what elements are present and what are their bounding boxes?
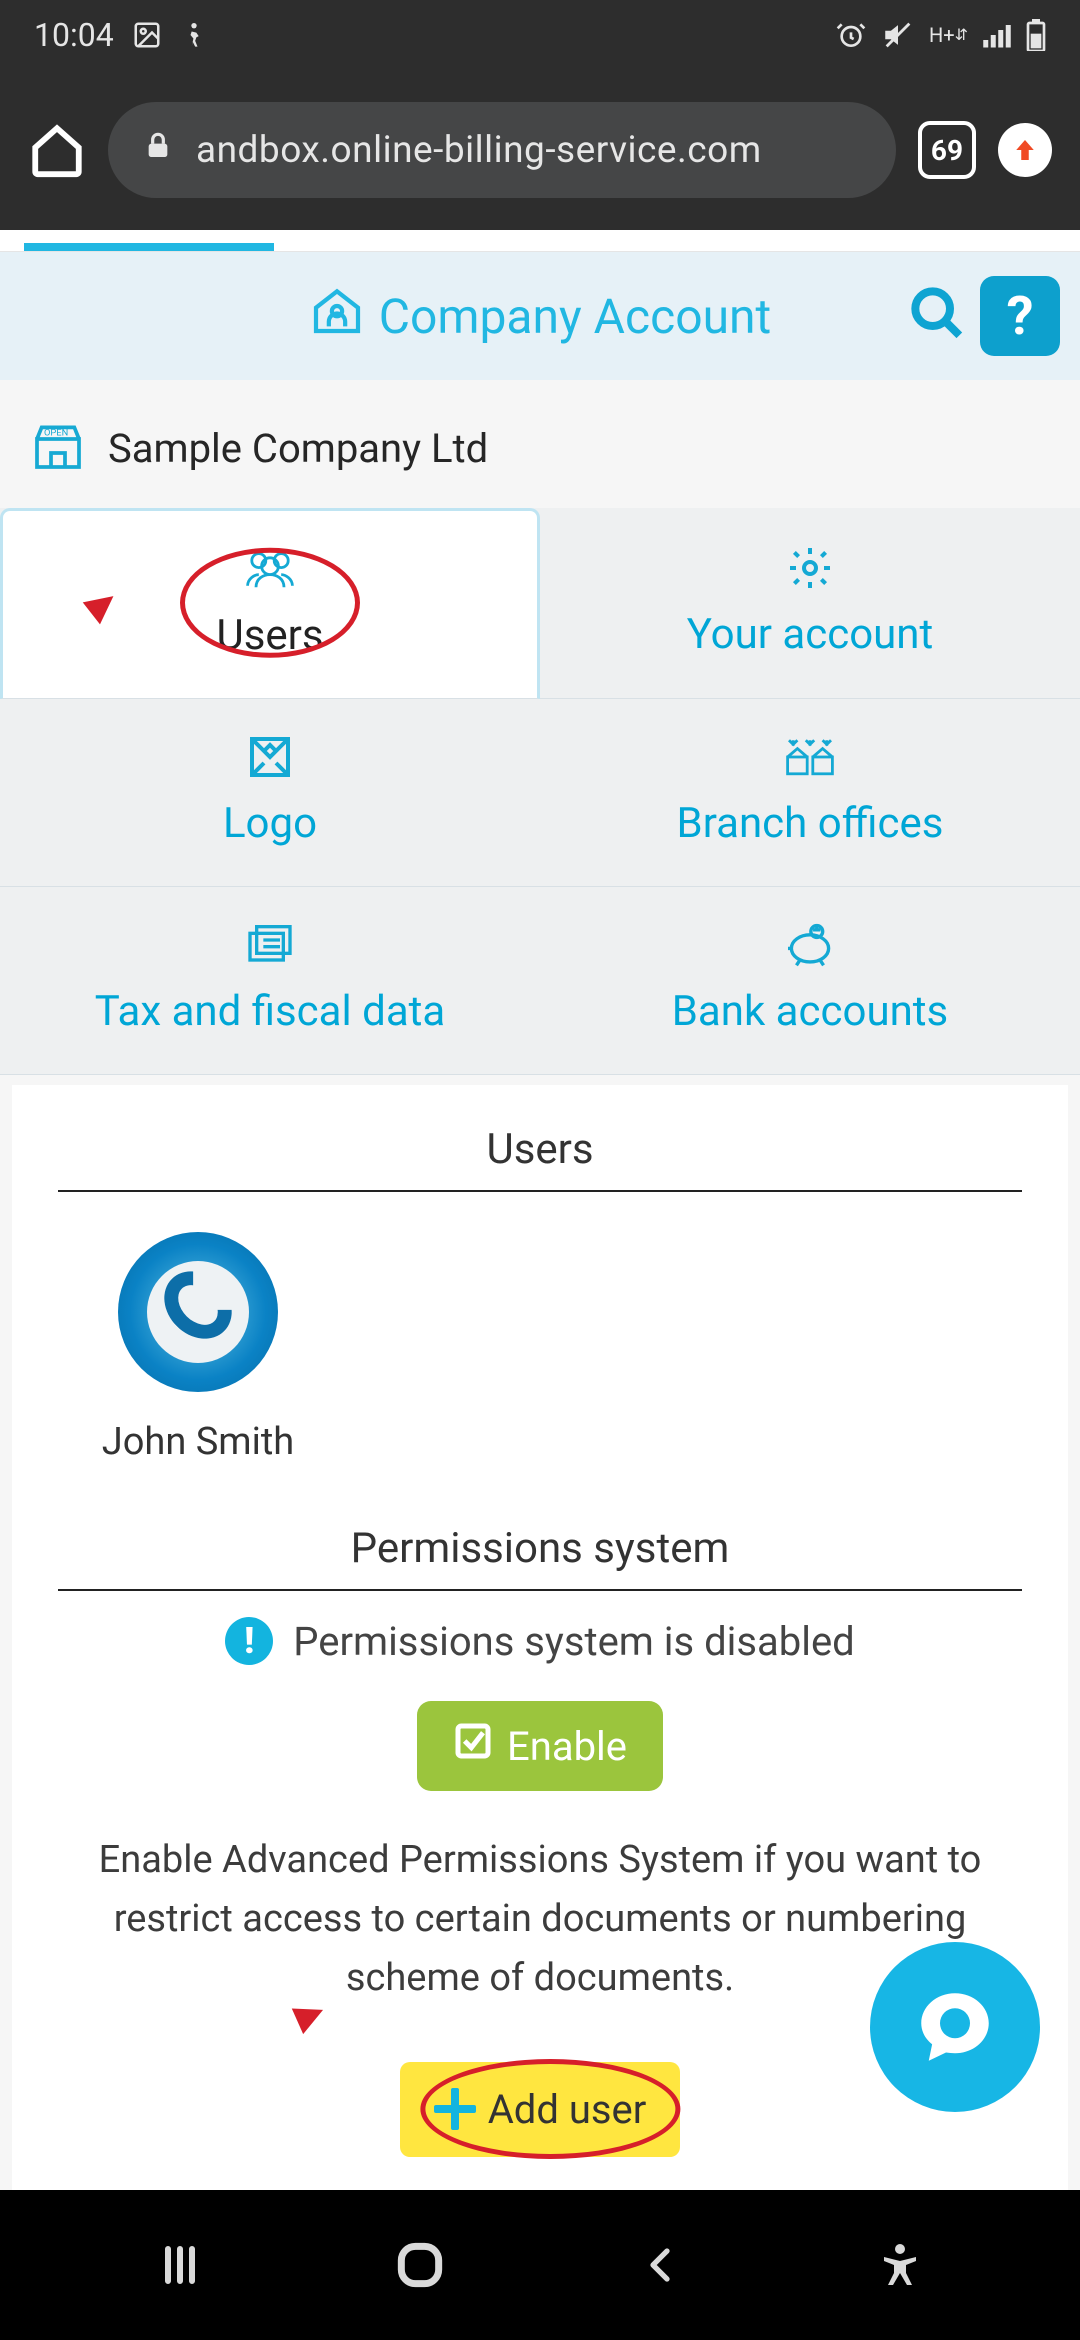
company-house-icon xyxy=(309,282,365,350)
browser-home-button[interactable] xyxy=(28,121,86,179)
info-icon: ! xyxy=(225,1617,273,1665)
signal-icon xyxy=(982,22,1012,48)
branches-icon xyxy=(782,733,838,781)
settings-tabs: Users Your account Logo Branch offices xyxy=(0,508,1080,1075)
chat-fab-button[interactable] xyxy=(870,1942,1040,2112)
tab-switcher-button[interactable]: 69 xyxy=(918,121,976,179)
tab-label: Logo xyxy=(223,799,317,848)
address-bar[interactable]: andbox.online-billing-service.com xyxy=(108,102,896,198)
status-clock: 10:04 xyxy=(34,16,114,54)
nav-home-button[interactable] xyxy=(385,2230,455,2300)
enable-label: Enable xyxy=(507,1723,627,1770)
check-icon xyxy=(453,1721,493,1771)
network-hplus-icon: H+⇵ xyxy=(929,25,968,45)
svg-text:OPEN: OPEN xyxy=(44,428,68,439)
tax-icon xyxy=(245,921,295,969)
walk-icon xyxy=(180,20,208,50)
tab-tax-fiscal[interactable]: Tax and fiscal data xyxy=(0,887,540,1075)
permissions-status-text: Permissions system is disabled xyxy=(293,1618,854,1665)
tab-bank-accounts[interactable]: Bank accounts xyxy=(540,887,1080,1075)
tab-label: Branch offices xyxy=(677,799,944,848)
permissions-heading: Permissions system xyxy=(58,1524,1022,1591)
alarm-icon xyxy=(835,19,867,51)
logo-icon xyxy=(246,733,294,781)
update-indicator-button[interactable] xyxy=(998,123,1052,177)
gear-icon xyxy=(786,544,834,592)
permissions-description: Enable Advanced Permissions System if yo… xyxy=(58,1831,1022,2008)
nav-back-button[interactable] xyxy=(625,2230,695,2300)
page-header: Company Account ? xyxy=(0,252,1080,380)
tab-branch-offices[interactable]: Branch offices xyxy=(540,699,1080,887)
android-nav-bar xyxy=(0,2190,1080,2340)
page-title: Company Account xyxy=(379,288,772,345)
plus-icon xyxy=(434,2088,476,2130)
avatar xyxy=(118,1232,278,1392)
permissions-status: ! Permissions system is disabled xyxy=(58,1617,1022,1665)
browser-toolbar: andbox.online-billing-service.com 69 xyxy=(0,70,1080,230)
tab-label: Bank accounts xyxy=(672,987,948,1036)
nav-recents-button[interactable] xyxy=(145,2230,215,2300)
bank-icon xyxy=(786,921,834,969)
tab-count: 69 xyxy=(931,134,963,167)
nav-accessibility-button[interactable] xyxy=(865,2230,935,2300)
user-name: John Smith xyxy=(102,1420,294,1464)
battery-icon xyxy=(1026,19,1046,51)
tab-label: Tax and fiscal data xyxy=(95,987,446,1036)
lock-icon xyxy=(142,127,174,173)
vibrate-mute-icon xyxy=(881,18,915,52)
url-text: andbox.online-billing-service.com xyxy=(196,129,762,172)
tab-label: Users xyxy=(216,611,323,660)
users-icon xyxy=(242,545,298,593)
sub-toolbar-strip xyxy=(0,230,1080,252)
add-user-button[interactable]: Add user xyxy=(420,2078,661,2141)
storefront-icon: OPEN xyxy=(30,418,86,478)
android-status-bar: 10:04 H+⇵ xyxy=(0,0,1080,70)
tab-users[interactable]: Users xyxy=(0,508,540,699)
help-label: ? xyxy=(1007,285,1034,348)
search-button[interactable] xyxy=(906,282,970,350)
help-button[interactable]: ? xyxy=(980,276,1060,356)
user-card[interactable]: John Smith xyxy=(88,1232,308,1464)
add-user-label: Add user xyxy=(488,2086,647,2133)
tab-your-account[interactable]: Your account xyxy=(540,508,1080,699)
tab-label: Your account xyxy=(687,610,934,659)
picture-icon xyxy=(132,20,162,50)
company-header: OPEN Sample Company Ltd xyxy=(0,380,1080,508)
enable-permissions-button[interactable]: Enable xyxy=(417,1701,663,1791)
users-heading: Users xyxy=(58,1125,1022,1192)
tab-logo[interactable]: Logo xyxy=(0,699,540,887)
company-name: Sample Company Ltd xyxy=(108,425,488,472)
